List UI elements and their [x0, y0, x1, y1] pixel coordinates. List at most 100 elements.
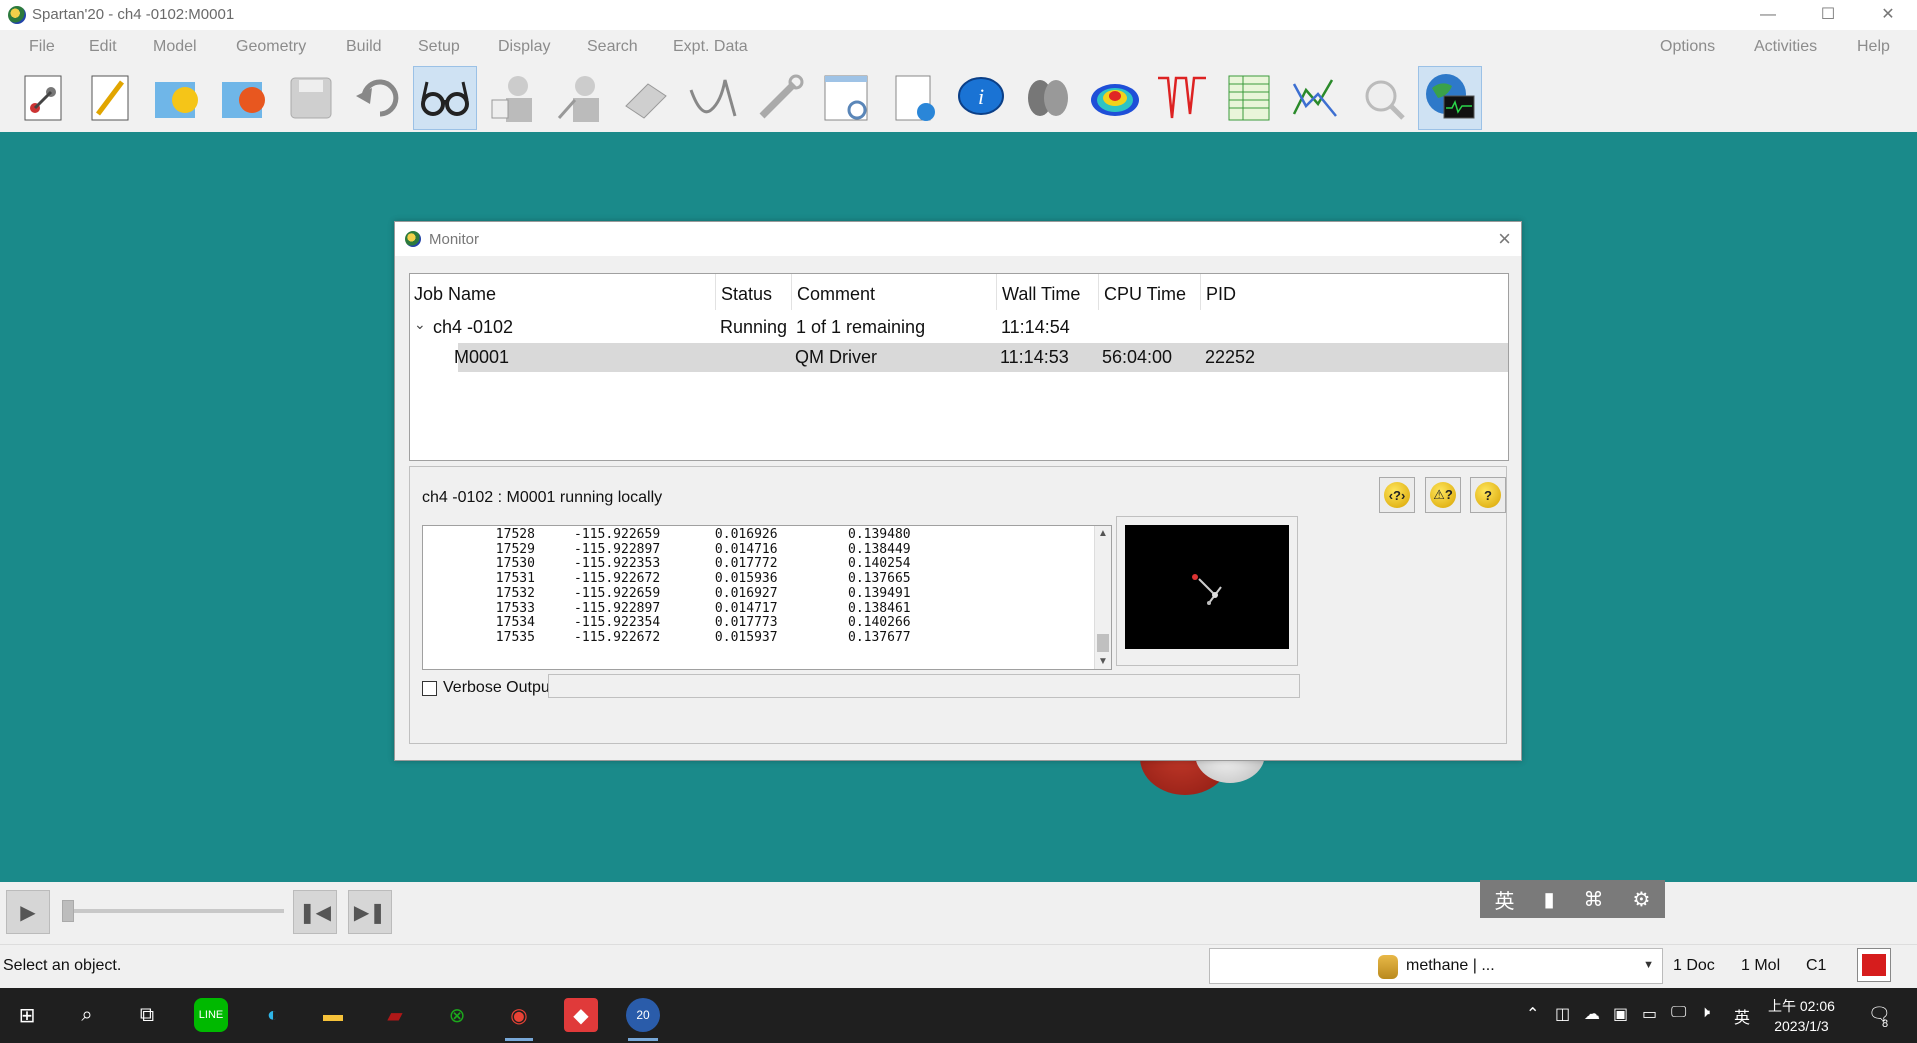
scroll-up-icon[interactable]: ▲ [1098, 528, 1108, 539]
play-button[interactable]: ▶ [6, 890, 50, 934]
menu-expt-data[interactable]: Expt. Data [673, 38, 748, 56]
minimize-button[interactable]: — [1740, 0, 1796, 30]
table-row[interactable]: ⌄ ch4 -0102 Running 1 of 1 remaining 11:… [410, 314, 1508, 342]
verbose-output-label: Verbose Output [443, 679, 555, 696]
output-scrollbar[interactable]: ▲ ▼ [1094, 526, 1111, 669]
close-icon[interactable]: × [1498, 226, 1511, 252]
menu-search[interactable]: Search [587, 38, 638, 56]
subjob-name: M0001 [454, 347, 510, 367]
info-button[interactable]: i [949, 66, 1013, 130]
doc-count: 1 Doc [1673, 957, 1715, 974]
output-help-button[interactable]: ‹?› [1379, 477, 1415, 513]
magnifier-icon [1365, 80, 1405, 120]
save-button[interactable] [279, 66, 343, 130]
minimize-energy-button[interactable] [681, 66, 745, 130]
mol-count: 1 Mol [1741, 957, 1781, 974]
warning-help-button[interactable]: ⚠? [1425, 477, 1461, 513]
exit-button[interactable] [1857, 948, 1891, 982]
ime-mode-icon[interactable]: ⌘ [1584, 887, 1604, 912]
measure-search-button[interactable] [1351, 66, 1415, 130]
orbitals-button[interactable] [1016, 66, 1080, 130]
build-molecule-button[interactable] [480, 66, 544, 130]
monitor-button[interactable] [1418, 66, 1482, 130]
column-cpu-time[interactable]: CPU Time [1104, 284, 1186, 305]
undo-button[interactable] [346, 66, 410, 130]
tray-monitor-icon[interactable]: ▣ [1613, 1004, 1628, 1024]
job-output-panel: ch4 -0102 : M0001 running locally ‹?› ⚠?… [409, 466, 1507, 744]
output-log[interactable]: 17528 -115.922659 0.016926 0.139480 1752… [422, 525, 1112, 670]
open-file-button[interactable] [145, 66, 209, 130]
column-comment[interactable]: Comment [797, 284, 875, 305]
scroll-down-icon[interactable]: ▼ [1098, 656, 1108, 667]
column-pid[interactable]: PID [1206, 284, 1236, 305]
menu-activities[interactable]: Activities [1754, 38, 1817, 56]
ime-language-toggle[interactable]: 英 [1495, 885, 1515, 914]
view-button[interactable] [413, 66, 477, 130]
close-button[interactable]: ✕ [1860, 0, 1916, 30]
taskbar-clock[interactable]: 上午 02:06 2023/1/3 [1768, 996, 1835, 1036]
menu-display[interactable]: Display [498, 38, 550, 56]
spectra-button[interactable] [1150, 66, 1214, 130]
molecule-select[interactable]: methane | ... ▼ [1209, 948, 1663, 984]
new-sketch-button[interactable] [78, 66, 142, 130]
plot-lines-icon [1292, 79, 1337, 117]
file-explorer-icon[interactable]: ▬ [316, 998, 350, 1032]
surfaces-button[interactable] [1083, 66, 1147, 130]
column-job-name[interactable]: Job Name [414, 284, 496, 305]
frame-slider[interactable] [62, 909, 284, 913]
subjob-pid: 22252 [1205, 347, 1256, 367]
edit-molecule-button[interactable] [547, 66, 611, 130]
game-app-icon[interactable]: ▰ [378, 998, 412, 1032]
scroll-thumb[interactable] [1097, 634, 1109, 652]
edge-browser-icon[interactable]: ◐ [256, 998, 290, 1032]
spartan-app-icon [8, 6, 26, 24]
menu-model[interactable]: Model [153, 38, 197, 56]
line-app-icon[interactable]: LINE [194, 998, 228, 1032]
xbox-icon[interactable]: ⊗ [440, 998, 474, 1032]
column-wall-time[interactable]: Wall Time [1002, 284, 1080, 305]
checkbox-icon[interactable] [422, 680, 437, 696]
tray-onedrive-icon[interactable]: ☁ [1584, 1004, 1600, 1024]
step-back-button[interactable]: ❚◀ [293, 890, 337, 934]
menu-setup[interactable]: Setup [418, 38, 460, 56]
chevron-down-icon[interactable]: ▼ [1643, 959, 1654, 971]
frame-slider-thumb[interactable] [62, 900, 74, 922]
properties-button[interactable] [882, 66, 946, 130]
step-forward-button[interactable]: ▶❚ [348, 890, 392, 934]
tray-network-icon[interactable]: 🖵 [1671, 1004, 1686, 1022]
menu-geometry[interactable]: Geometry [236, 38, 306, 56]
menu-edit[interactable]: Edit [89, 38, 117, 56]
general-help-button[interactable]: ? [1470, 477, 1506, 513]
clear-geometry-button[interactable] [748, 66, 812, 130]
status-bar: Select an object. methane | ... ▼ 1 Doc … [0, 944, 1917, 989]
calculations-button[interactable] [815, 66, 879, 130]
plots-button[interactable] [1284, 66, 1348, 130]
tray-ime-language[interactable]: 英 [1734, 1004, 1750, 1028]
chevron-down-icon[interactable]: ⌄ [414, 316, 426, 333]
ime-settings-icon[interactable]: ⚙ [1633, 887, 1651, 912]
monitor-globe-icon [1426, 74, 1475, 119]
maximize-button[interactable]: ☐ [1800, 0, 1856, 30]
menu-help[interactable]: Help [1857, 38, 1890, 56]
tray-chevron-up-icon[interactable]: ⌃ [1526, 1004, 1539, 1024]
tray-meet-icon[interactable]: ◫ [1555, 1004, 1570, 1024]
spreadsheet-button[interactable] [1217, 66, 1281, 130]
anydesk-icon[interactable]: ◆ [564, 998, 598, 1032]
menu-file[interactable]: File [29, 38, 55, 56]
search-icon[interactable]: ⌕ [70, 998, 104, 1032]
windows-start-icon[interactable]: ⊞ [10, 998, 44, 1032]
chrome-icon[interactable]: ◉ [502, 998, 536, 1032]
menu-options[interactable]: Options [1660, 38, 1715, 56]
delete-button[interactable] [614, 66, 678, 130]
menu-build[interactable]: Build [346, 38, 382, 56]
verbose-output-checkbox[interactable]: Verbose Output [422, 679, 554, 697]
table-row[interactable]: M0001 QM Driver 11:14:53 56:04:00 22252 [454, 343, 1508, 372]
spartan-taskbar-icon[interactable]: 20 [626, 998, 660, 1032]
ime-fullwidth-icon[interactable]: ▮ [1544, 887, 1555, 912]
new-molecule-button[interactable] [11, 66, 75, 130]
open-recent-button[interactable] [212, 66, 276, 130]
tray-volume-icon[interactable]: 🕨 [1700, 1004, 1710, 1022]
column-status[interactable]: Status [721, 284, 772, 305]
tray-battery-icon[interactable]: ▭ [1642, 1004, 1657, 1024]
task-view-icon[interactable]: ⧉ [130, 998, 164, 1032]
